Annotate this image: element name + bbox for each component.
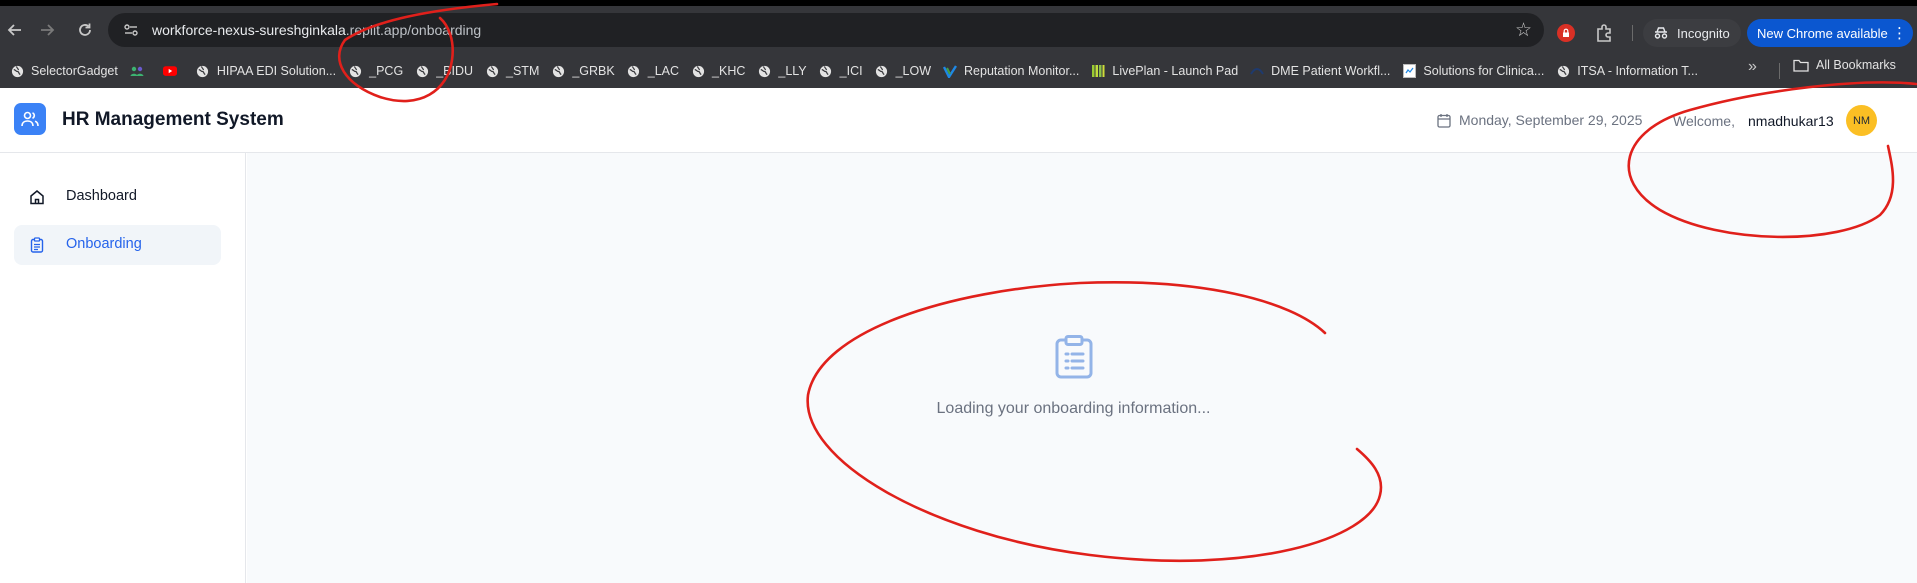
home-icon xyxy=(30,190,44,205)
bookmark-item[interactable]: _KHC xyxy=(685,57,751,85)
globe-icon xyxy=(875,64,889,78)
bookmark-label: Reputation Monitor... xyxy=(964,64,1080,78)
bookmark-item[interactable]: _BIDU xyxy=(409,57,479,85)
extension-lock-icon[interactable] xyxy=(1557,24,1575,42)
address-bar[interactable]: workforce-nexus-sureshginkala.replit.app… xyxy=(108,13,1544,47)
bookmark-item[interactable]: HIPAA EDI Solution... xyxy=(190,57,342,85)
avatar[interactable]: NM xyxy=(1846,105,1877,136)
bookmark-label: LivePlan - Launch Pad xyxy=(1112,64,1239,78)
app-logo xyxy=(14,103,46,135)
globe-icon xyxy=(196,64,210,78)
globe-icon xyxy=(485,64,499,78)
loading-message-wrap: Loading your onboarding information... xyxy=(0,400,1917,418)
sidebar-item-label: Dashboard xyxy=(66,188,137,204)
browser-toolbar: workforce-nexus-sureshginkala.replit.app… xyxy=(0,6,1917,54)
welcome-text: Welcome, xyxy=(1673,113,1735,129)
bookmark-label: Solutions for Clinica... xyxy=(1423,64,1545,78)
bookmark-label: DME Patient Workfl... xyxy=(1271,64,1391,78)
bookmark-item[interactable]: _LOW xyxy=(869,57,937,85)
all-bookmarks-label: All Bookmarks xyxy=(1816,58,1896,72)
toolbar-divider xyxy=(1632,25,1633,41)
sidebar: Dashboard Onboarding xyxy=(0,153,246,583)
sidebar-item-dashboard[interactable]: Dashboard xyxy=(14,177,221,217)
incognito-icon xyxy=(1654,27,1668,39)
bookmark-label: _GRBK xyxy=(572,64,615,78)
bookmark-item[interactable]: Solutions for Clinica... xyxy=(1396,57,1550,85)
bookmark-label: _ICI xyxy=(839,64,863,78)
bookmark-item[interactable]: SelectorGadget xyxy=(4,57,124,85)
sidebar-item-label: Onboarding xyxy=(66,236,142,252)
bookmark-label: _PCG xyxy=(369,64,404,78)
username: nmadhukar13 xyxy=(1748,113,1834,129)
site-info-icon[interactable] xyxy=(122,21,140,39)
screenshot-root: workforce-nexus-sureshginkala.replit.app… xyxy=(0,0,1917,583)
youtube-icon xyxy=(162,64,177,78)
globe-icon xyxy=(1556,64,1570,78)
bookmark-star-icon[interactable]: ☆ xyxy=(1515,19,1532,42)
bookmark-item[interactable]: _GRBK xyxy=(545,57,620,85)
bookmark-item[interactable]: _LAC xyxy=(621,57,685,85)
bookmarks-divider xyxy=(1779,63,1780,79)
app-header: HR Management System Monday, September 2… xyxy=(0,88,1917,153)
browser-menu-icon[interactable]: ⋮ xyxy=(1892,24,1907,42)
more-bookmarks-icon[interactable]: » xyxy=(1748,58,1757,76)
bookmark-label: _LLY xyxy=(778,64,807,78)
extensions-puzzle-icon[interactable] xyxy=(1594,22,1616,44)
globe-icon xyxy=(691,64,705,78)
chrome-update-button[interactable]: New Chrome available ⋮ xyxy=(1747,19,1913,47)
bookmark-label: _LOW xyxy=(895,64,932,78)
bookmark-label: HIPAA EDI Solution... xyxy=(216,64,337,78)
bookmark-item[interactable] xyxy=(124,57,157,85)
bookmark-item[interactable]: _LLY xyxy=(751,57,812,85)
bars-icon xyxy=(1091,64,1105,78)
sidebar-item-onboarding[interactable]: Onboarding xyxy=(14,225,221,265)
bookmark-label: ITSA - Information T... xyxy=(1577,64,1698,78)
update-label: New Chrome available xyxy=(1757,25,1888,41)
loading-message: Loading your onboarding information... xyxy=(936,400,1211,417)
forward-icon[interactable] xyxy=(32,15,62,45)
bookmark-item[interactable]: DME Patient Workfl... xyxy=(1244,57,1396,85)
clipboard-icon xyxy=(30,237,44,253)
bookmark-item[interactable]: _PCG xyxy=(342,57,409,85)
bookmark-label: _BIDU xyxy=(436,64,474,78)
clipboard-icon xyxy=(1055,335,1093,379)
bookmark-item[interactable]: _ICI xyxy=(813,57,869,85)
url-host: workforce-nexus-sureshginkala xyxy=(152,22,346,38)
globe-icon xyxy=(10,64,24,78)
globe-icon xyxy=(757,64,771,78)
bookmark-item[interactable]: Reputation Monitor... xyxy=(937,57,1085,85)
reload-icon[interactable] xyxy=(70,15,100,45)
incognito-badge[interactable]: Incognito xyxy=(1643,19,1741,47)
url-text[interactable]: workforce-nexus-sureshginkala.replit.app… xyxy=(152,22,481,38)
bookmark-label: SelectorGadget xyxy=(31,64,118,78)
back-icon[interactable] xyxy=(0,15,30,45)
current-date: Monday, September 29, 2025 xyxy=(1437,112,1642,128)
url-path: .replit.app/onboarding xyxy=(345,22,482,38)
globe-icon xyxy=(819,64,833,78)
bookmark-label: _KHC xyxy=(712,64,746,78)
globe-icon xyxy=(415,64,429,78)
all-bookmarks-button[interactable]: All Bookmarks xyxy=(1793,58,1896,72)
globe-icon xyxy=(348,64,362,78)
bookmark-label: _STM xyxy=(506,64,540,78)
bookmark-item[interactable]: ITSA - Information T... xyxy=(1550,57,1704,85)
globe-icon xyxy=(551,64,565,78)
people-icon xyxy=(130,64,144,78)
app-title: HR Management System xyxy=(62,109,284,130)
bookmark-item[interactable]: LivePlan - Launch Pad xyxy=(1085,57,1244,85)
incognito-label: Incognito xyxy=(1677,25,1730,41)
bookmark-item[interactable]: _STM xyxy=(479,57,545,85)
date-text: Monday, September 29, 2025 xyxy=(1459,112,1643,128)
users-icon xyxy=(21,111,39,127)
bookmark-label: _LAC xyxy=(647,64,680,78)
bookmarks-bar: SelectorGadget HIPAA EDI Solution... _PC… xyxy=(0,54,1917,88)
globe-icon xyxy=(1250,64,1265,78)
page-icon xyxy=(1402,64,1416,78)
folder-icon xyxy=(1793,59,1809,72)
checkmark-icon xyxy=(943,64,958,78)
calendar-icon xyxy=(1437,113,1451,128)
globe-icon xyxy=(627,64,641,78)
bookmark-item[interactable] xyxy=(157,57,190,85)
